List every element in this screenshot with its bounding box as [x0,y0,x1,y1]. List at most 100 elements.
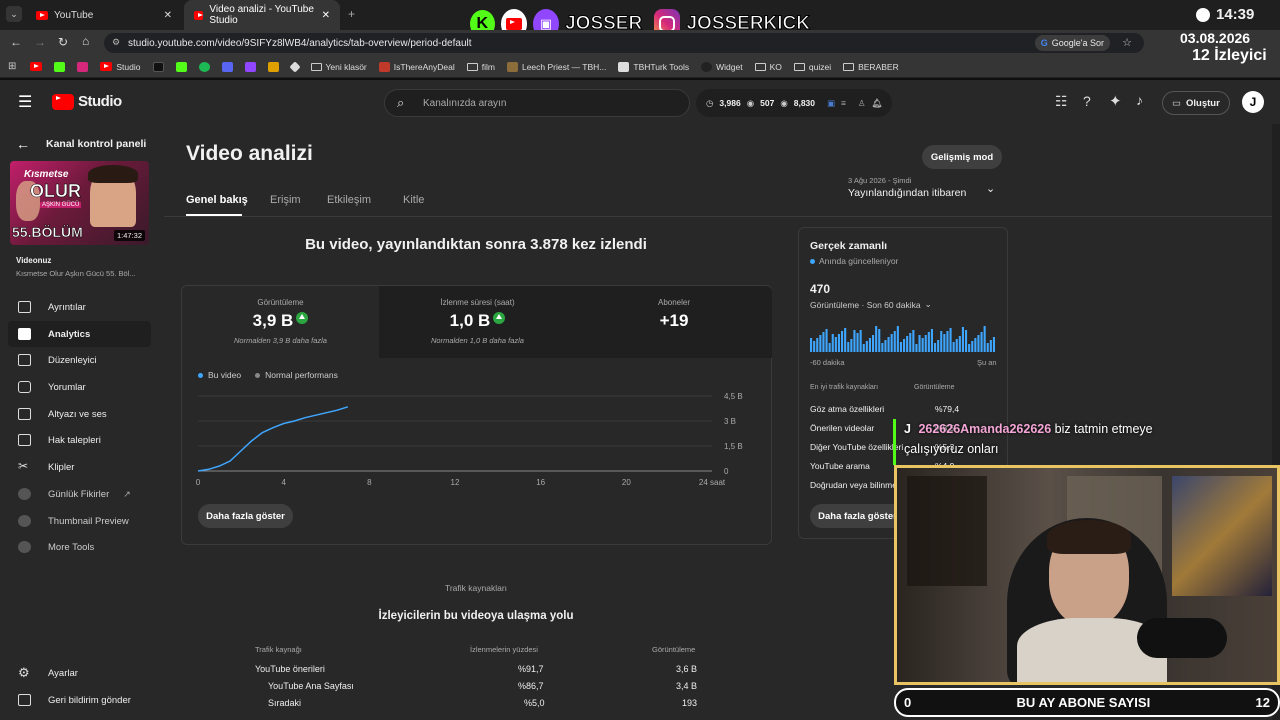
realtime-bar [828,343,831,352]
bookmark-studio[interactable]: Studio [100,62,141,72]
realtime-bar [992,337,995,352]
bookmark-isthereanydeal[interactable]: IsThereAnyDeal [378,61,455,72]
youtube-favicon-icon [36,10,48,20]
search-input[interactable]: ⌕ Kanalınızda arayın [384,89,690,117]
sidebar-item-settings[interactable]: ⚙ Ayarlar [8,660,151,686]
tab-engagement[interactable]: Etkileşim [327,194,371,206]
bookmark-folder-film[interactable]: film [466,62,495,72]
help-icon[interactable]: ? [1083,93,1091,109]
bookmark-misc-2[interactable] [288,60,301,73]
reload-icon[interactable]: ↻ [58,35,68,49]
tab-youtube[interactable]: YouTube ✕ [26,0,182,30]
bookmark-instagram[interactable] [77,61,89,72]
bookmark-folder-yeni[interactable]: Yeni klasör [310,62,367,72]
realtime-bar [977,335,980,352]
google-ask-button[interactable]: G Google'a Sor [1034,35,1110,51]
realtime-bar [915,344,918,352]
sidebar-item-clips[interactable]: ✂ Klipler [8,454,151,480]
col-header-views[interactable]: Görüntüleme [652,645,695,654]
kick-chat-icon: J [904,422,911,436]
bookmark-star-icon[interactable]: ☆ [1122,36,1132,49]
metric-views[interactable]: Görüntüleme 3,9 B Normalden 3,9 B daha f… [182,286,379,358]
sidebar-item-feedback[interactable]: Geri bildirim gönder [8,687,151,713]
studio-logo[interactable]: Studio [52,93,122,110]
channel-stats-widget[interactable]: ◷ 3,986 ◉ 507 ◉ 8,830 ▣ ≡ ♙ 🔔︎ [696,89,893,117]
realtime-bar [983,326,986,352]
views-headline: Bu video, yayınlandıktan sonra 3.878 kez… [305,236,647,253]
views-line-chart: 0 1,5 B 3 B 4,5 B 0 4 8 12 16 20 24 saat [196,392,743,487]
bookmark-kick-2[interactable] [175,61,187,72]
realtime-bar [847,342,850,352]
tab-reach[interactable]: Erişim [270,194,301,206]
site-info-icon[interactable]: ⚙ [112,37,120,48]
bookmark-twitch[interactable] [244,61,256,72]
youtube-logo-icon [52,93,74,110]
realtime-bar [930,329,933,352]
bookmark-tbhturk-tools[interactable]: TBHTurk Tools [618,61,689,72]
col-header-percent[interactable]: İzlenmelerin yüzdesi [470,645,538,654]
sidebar-item-subtitles[interactable]: Altyazı ve ses [8,401,151,427]
extension-icon [18,488,31,500]
realtime-metric-dropdown[interactable]: Görüntüleme · Son 60 dakika ⌄ [810,299,932,310]
advanced-mode-button[interactable]: Gelişmiş mod [922,145,1002,169]
close-tab-icon[interactable]: ✕ [322,10,330,21]
url-bar[interactable]: ⚙ studio.youtube.com/video/9SIFYz8lWB4/a… [104,33,1144,53]
bookmark-youtube[interactable] [30,62,43,71]
notifications-icon[interactable]: ♪ [1136,92,1143,108]
bookmark-misc[interactable] [267,61,279,72]
bookmark-folder-quizei[interactable]: quizei [793,62,831,72]
y-tick-label: 1,5 B [724,442,743,451]
bookmark-spotify[interactable] [198,61,210,72]
metric-subscribers[interactable]: Aboneler +19 [576,286,772,358]
sidebar-item-daily-ideas[interactable]: Günlük Fikirler ↗ [8,481,151,507]
tab-video-analytics[interactable]: Video analizi - YouTube Studio ✕ [184,0,340,30]
folder-icon [754,62,766,71]
menu-icon[interactable]: ☰ [18,92,32,112]
new-tab-button[interactable]: + [348,7,355,21]
sidebar-item-details[interactable]: Ayrıntılar [8,294,151,320]
sidebar-item-thumbnail-preview[interactable]: Thumbnail Preview [8,508,151,534]
back-arrow-icon[interactable]: ← [10,35,22,49]
page-title: Video analizi [186,142,313,165]
tab-overview[interactable]: Genel bakış [186,194,248,206]
tab-audience[interactable]: Kitle [403,194,424,206]
tab-list-button[interactable]: ⌄ [6,6,22,22]
forward-arrow-icon[interactable]: → [34,35,46,49]
bookmark-leech-priest[interactable]: Leech Priest — TBH... [506,61,606,72]
bookmark-discord[interactable] [221,61,233,72]
realtime-bar [974,338,977,352]
traffic-section-label: Trafik kaynakları [444,583,508,593]
create-button[interactable]: ▭ Oluştur [1162,91,1230,115]
realtime-bar [856,333,859,352]
feedback-icon[interactable]: ☷ [1055,93,1068,110]
sidebar-item-claims[interactable]: Hak talepleri [8,427,151,453]
sidebar-item-analytics[interactable]: Analytics [8,321,151,347]
sidebar-item-editor[interactable]: Düzenleyici [8,347,151,373]
sidebar-item-more-tools[interactable]: More Tools [8,534,151,560]
bookmark-folder-beraber[interactable]: BERABER [843,62,899,72]
realtime-bar [825,329,828,352]
realtime-bar [937,340,940,352]
apps-grid-icon[interactable]: ⊞ [8,61,16,72]
realtime-bar [865,341,868,352]
stream-clock: 14:39 [1196,6,1254,23]
sparkle-icon[interactable]: ✦ [1109,92,1122,110]
realtime-show-more-button[interactable]: Daha fazla göster [810,504,905,528]
avatar[interactable]: J [1242,91,1264,113]
close-tab-icon[interactable]: ✕ [164,10,172,21]
bookmark-kick[interactable] [54,61,66,72]
series-line-this-video [197,406,349,472]
video-title[interactable]: Kısmetse Olur Aşkın Gücü 55. Böl... [16,269,136,278]
home-icon[interactable]: ⌂ [82,34,89,48]
bookmark-widget[interactable]: Widget [701,61,743,72]
sidebar-item-comments[interactable]: Yorumlar [8,374,151,400]
back-to-dashboard[interactable]: ← Kanal kontrol paneli [16,136,146,152]
col-header-source[interactable]: Trafik kaynağı [255,645,302,654]
video-thumbnail[interactable]: Kısmetse OLUR AŞKIN GÜCÜ 55.BÖLÜM 1:47:3… [10,161,149,245]
metric-watch-time[interactable]: İzlenme süresi (saat) 1,0 B Normalden 1,… [379,286,576,358]
realtime-bar [819,335,822,352]
bookmark-tiktok[interactable] [152,61,164,72]
bookmark-folder-ko[interactable]: KO [754,62,782,72]
period-selector[interactable]: 3 Ağu 2026 - Şimdi Yayınlandığından itib… [848,176,995,199]
show-more-button[interactable]: Daha fazla göster [198,504,293,528]
